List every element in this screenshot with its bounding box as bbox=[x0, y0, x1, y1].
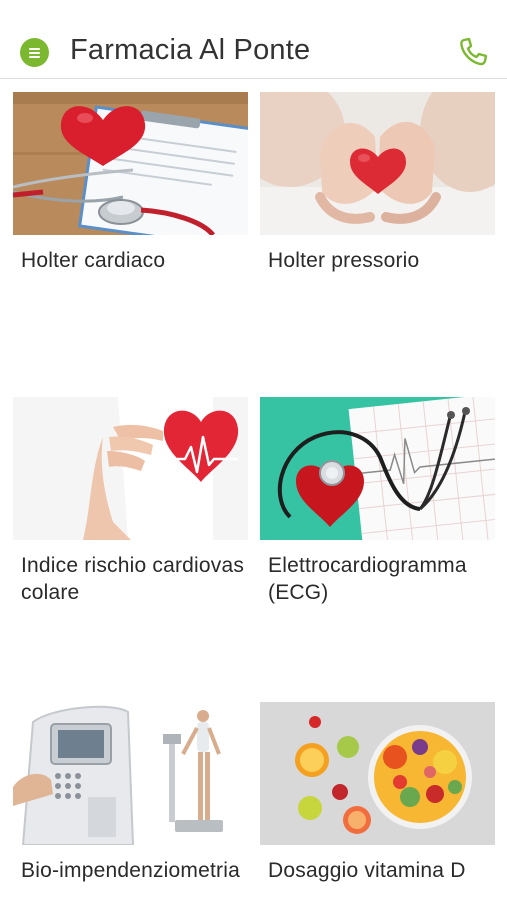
phone-icon[interactable] bbox=[457, 36, 489, 68]
service-card-holter-pressorio[interactable]: Holter pressorio bbox=[260, 92, 495, 274]
bioimpedance-machine-image bbox=[13, 702, 248, 845]
service-title: Holter cardiaco bbox=[21, 249, 166, 272]
fruit-bowl-image bbox=[260, 702, 495, 845]
service-card-indice-rischio[interactable]: Indice rischio cardiovascolare bbox=[13, 397, 248, 606]
service-title: Elettrocardiogramma (ECG) bbox=[268, 554, 467, 604]
service-card-bio-impendenziometria[interactable]: Bio-impendenziometria bbox=[13, 702, 248, 884]
hands-holding-heart-image bbox=[260, 92, 495, 235]
service-title: Holter pressorio bbox=[268, 249, 420, 272]
app-header: Farmacia Al Ponte bbox=[0, 0, 507, 79]
heart-stethoscope-clipboard-image bbox=[13, 92, 248, 235]
service-title: Bio-impendenziometria bbox=[21, 859, 240, 882]
service-title: Dosaggio vitamina D bbox=[268, 859, 466, 882]
hand-heart-ecg-image bbox=[13, 397, 248, 540]
service-title: Indice rischio cardiovascolare bbox=[21, 554, 245, 604]
service-card-ecg[interactable]: Elettrocardiogramma (ECG) bbox=[260, 397, 495, 606]
service-card-holter-cardiaco[interactable]: Holter cardiaco bbox=[13, 92, 248, 274]
service-card-dosaggio-vitamina-d[interactable]: Dosaggio vitamina D bbox=[260, 702, 495, 884]
page-title: Farmacia Al Ponte bbox=[70, 34, 311, 66]
menu-icon[interactable] bbox=[20, 38, 49, 67]
services-grid: Holter cardiaco Holter pressorio Indice … bbox=[0, 80, 507, 900]
stethoscope-heart-ecg-paper-image bbox=[260, 397, 495, 540]
